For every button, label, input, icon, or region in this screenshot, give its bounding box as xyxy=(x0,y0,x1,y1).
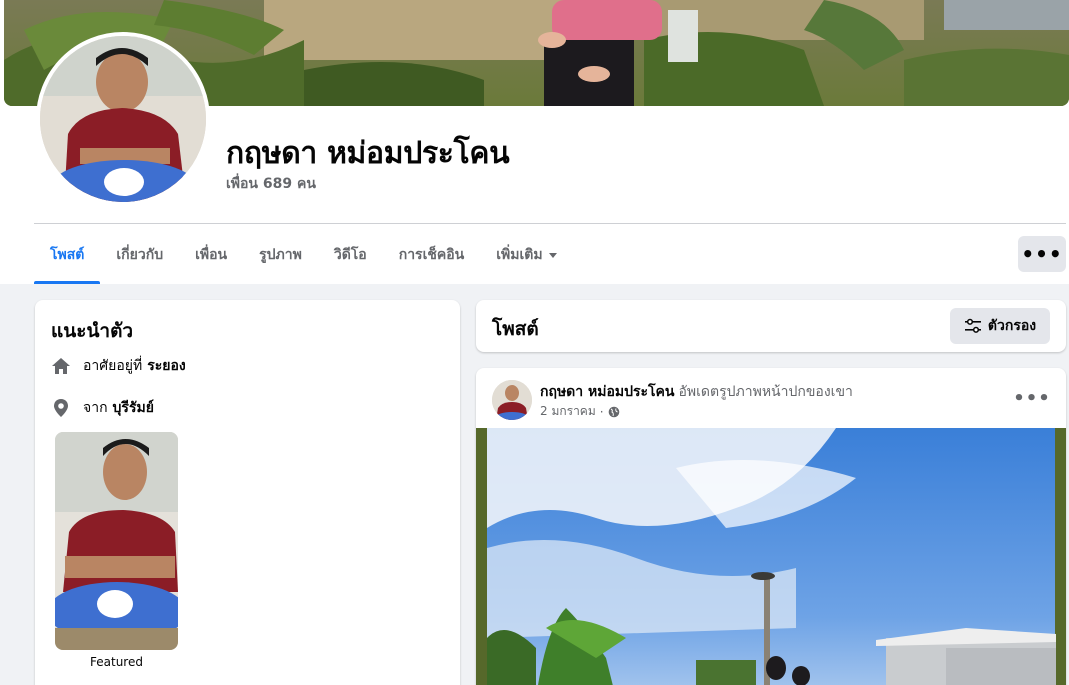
intro-title: แนะนำตัว xyxy=(51,320,134,342)
caret-down-icon xyxy=(548,252,557,258)
featured-photo[interactable] xyxy=(55,432,178,650)
profile-avatar[interactable] xyxy=(36,32,210,206)
post-author-name[interactable]: กฤษดา หม่อมประโคน xyxy=(540,384,674,400)
tab-label: โพสต์ xyxy=(50,247,85,263)
more-options-button[interactable]: ••• xyxy=(1018,236,1066,272)
post-author-avatar[interactable] xyxy=(492,380,532,420)
tab-label: เพื่อน xyxy=(195,247,228,263)
lives-in-place[interactable]: ระยอง xyxy=(142,355,186,377)
meta-separator: · xyxy=(599,404,604,419)
filter-label: ตัวกรอง xyxy=(987,318,1037,334)
intro-card: แนะนำตัว อาศัยอยู่ที่ ระยอง จาก บุรีรัมย… xyxy=(35,300,460,685)
header-divider xyxy=(34,223,1066,224)
post-options-button[interactable]: ••• xyxy=(1013,382,1051,414)
home-icon xyxy=(51,356,71,376)
profile-name: กฤษดา หม่อมประโคน xyxy=(226,136,510,171)
more-dots-icon: ••• xyxy=(1021,242,1063,266)
from-prefix: จาก xyxy=(83,400,108,416)
tab-checkins[interactable]: การเช็คอิน xyxy=(383,226,481,284)
post-meta: 2 มกราคม · xyxy=(540,402,620,421)
post-header-line: กฤษดา หม่อมประโคน อัพเดตรูปภาพหน้าปกของเข… xyxy=(540,381,853,403)
featured-label: Featured xyxy=(90,655,143,669)
tab-photos[interactable]: รูปภาพ xyxy=(243,226,318,284)
tab-label: การเช็คอิน xyxy=(398,247,465,263)
filter-button[interactable]: ตัวกรอง xyxy=(950,308,1050,344)
post-image[interactable] xyxy=(476,428,1066,685)
filter-sliders-icon xyxy=(964,318,981,333)
more-dots-icon: ••• xyxy=(1013,387,1051,409)
post-card: กฤษดา หม่อมประโคน อัพเดตรูปภาพหน้าปกของเข… xyxy=(476,368,1066,685)
tab-videos[interactable]: วิดีโอ xyxy=(318,226,383,284)
friends-count[interactable]: เพื่อน 689 คน xyxy=(226,173,316,195)
globe-icon[interactable] xyxy=(608,406,620,418)
tab-about[interactable]: เกี่ยวกับ xyxy=(100,226,179,284)
profile-tabs: โพสต์ เกี่ยวกับ เพื่อน รูปภาพ วิดีโอ การ… xyxy=(34,226,573,284)
intro-lives-in: อาศัยอยู่ที่ ระยอง xyxy=(51,355,186,377)
tab-friends[interactable]: เพื่อน xyxy=(179,226,243,284)
posts-header-card: โพสต์ ตัวกรอง xyxy=(476,300,1066,352)
post-action-text: อัพเดตรูปภาพหน้าปกของเขา xyxy=(678,384,853,400)
post-date[interactable]: 2 มกราคม xyxy=(540,402,596,421)
from-place[interactable]: บุรีรัมย์ xyxy=(108,397,154,419)
tab-more[interactable]: เพิ่มเติม xyxy=(480,226,572,284)
tab-label: รูปภาพ xyxy=(259,247,302,263)
intro-from: จาก บุรีรัมย์ xyxy=(51,397,154,419)
location-pin-icon xyxy=(51,398,71,418)
tab-label: วิดีโอ xyxy=(333,247,367,263)
tab-label: เกี่ยวกับ xyxy=(116,247,164,263)
tab-posts[interactable]: โพสต์ xyxy=(34,226,101,284)
posts-title: โพสต์ xyxy=(492,318,539,340)
tab-label: เพิ่มเติม xyxy=(496,247,543,263)
lives-in-prefix: อาศัยอยู่ที่ xyxy=(83,358,143,374)
